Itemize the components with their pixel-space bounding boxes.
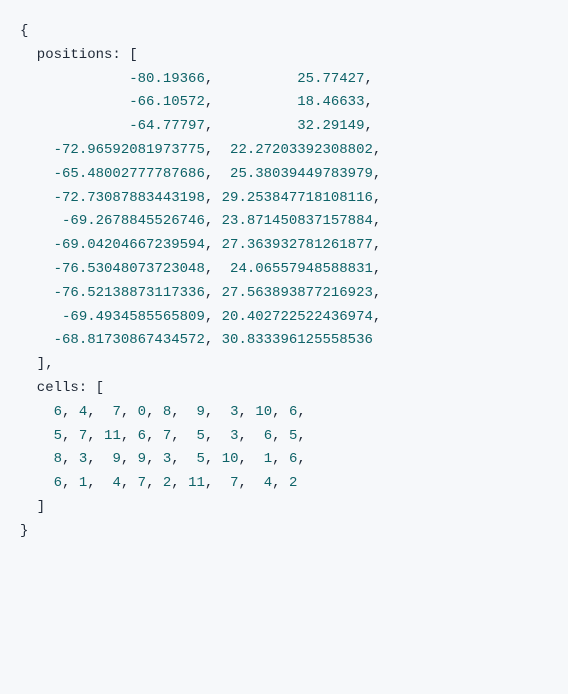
- code-block: { positions: [ -80.19366, 25.77427, -66.…: [20, 20, 548, 544]
